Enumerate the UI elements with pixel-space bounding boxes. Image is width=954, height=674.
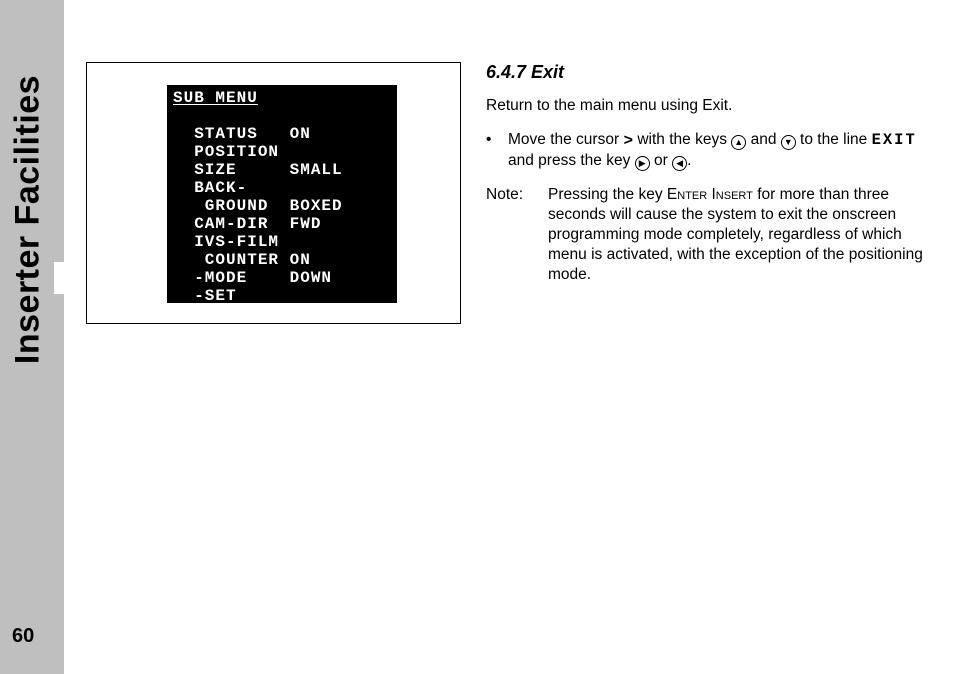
osd-screen: SUB MENU STATUS ON POSITION SIZE SMALL B… xyxy=(167,85,397,303)
note-body: Pressing the key Enter Insert for more t… xyxy=(548,185,926,285)
content-area: SUB MENU STATUS ON POSITION SIZE SMALL B… xyxy=(64,0,954,674)
text: . xyxy=(687,152,691,169)
text: with the keys xyxy=(633,131,731,148)
exit-literal: EXIT xyxy=(872,131,917,149)
key-right-icon: ▶ xyxy=(635,156,650,171)
key-down-icon: ▼ xyxy=(781,135,796,150)
side-title: Inserter Facilities xyxy=(9,20,48,420)
key-left-icon: ◀ xyxy=(672,156,687,171)
bullet-marker: • xyxy=(486,130,508,171)
bullet-body: Move the cursor > with the keys ▲ and ▼ … xyxy=(508,130,926,171)
bullet-item: • Move the cursor > with the keys ▲ and … xyxy=(486,130,926,171)
text: and press the key xyxy=(508,152,635,169)
text-column: 6.4.7 Exit Return to the main menu using… xyxy=(486,62,926,285)
intro-paragraph: Return to the main menu using Exit. xyxy=(486,96,926,116)
text: and xyxy=(746,131,780,148)
text: Move the cursor xyxy=(508,131,623,148)
figure-frame: SUB MENU STATUS ON POSITION SIZE SMALL B… xyxy=(86,62,461,324)
text: Pressing the key xyxy=(548,186,667,203)
note-label: Note: xyxy=(486,185,548,285)
key-up-icon: ▲ xyxy=(731,135,746,150)
cursor-icon: > xyxy=(623,131,633,151)
note-block: Note: Pressing the key Enter Insert for … xyxy=(486,185,926,285)
page-number: 60 xyxy=(12,625,34,648)
text: to the line xyxy=(796,131,872,148)
page: Inserter Facilities 60 SUB MENU STATUS O… xyxy=(0,0,954,674)
text: or xyxy=(650,152,672,169)
section-heading: 6.4.7 Exit xyxy=(486,62,926,82)
sidebar-tab xyxy=(54,262,64,294)
sidebar: Inserter Facilities 60 xyxy=(0,0,64,674)
enter-insert-key: Enter Insert xyxy=(667,186,753,203)
